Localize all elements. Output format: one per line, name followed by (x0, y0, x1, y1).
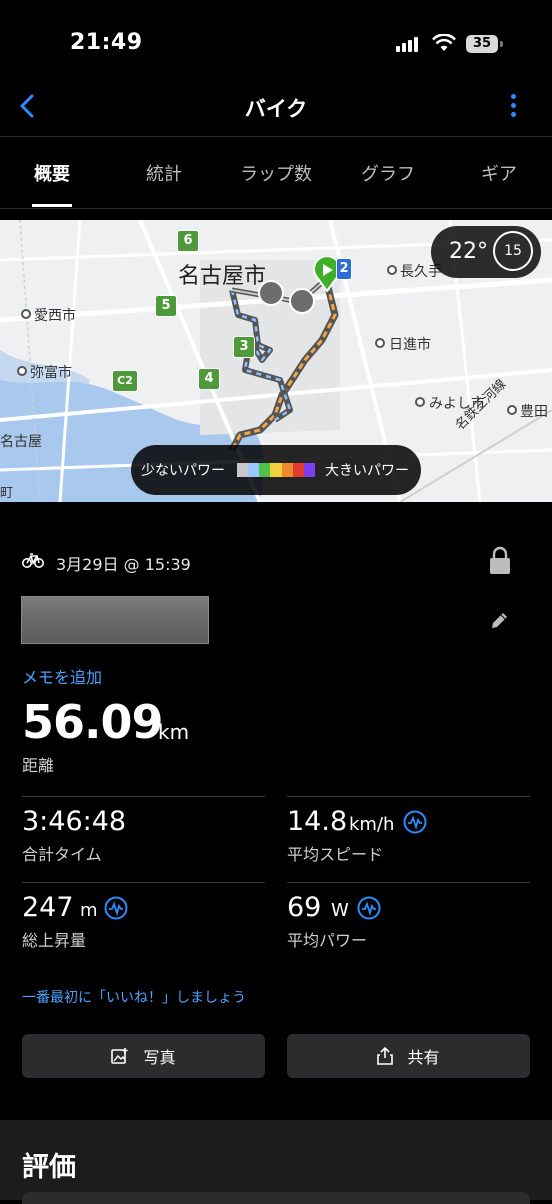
power-color-swatch (270, 463, 282, 477)
legend-high-label: 大きいパワー (325, 463, 409, 479)
map-city-dot (375, 338, 385, 348)
power-color-swatch (259, 463, 271, 477)
map-city-dot (415, 397, 425, 407)
elevation-gain-label: 総上昇量 (22, 931, 87, 950)
legend-low-label: 少ないパワー (141, 463, 225, 479)
add-memo-link[interactable]: メモを追加 (22, 664, 102, 688)
activity-name-field[interactable] (21, 596, 209, 644)
route-shield-icon: C2 (112, 370, 138, 392)
route-shield-icon: 4 (198, 368, 220, 390)
edit-pencil-icon[interactable] (488, 610, 510, 632)
page-title: バイク (244, 97, 308, 121)
elevation-gain-value: 247 (22, 892, 74, 923)
rating-title: 評価 (22, 1152, 76, 1183)
power-color-swatch (292, 463, 304, 477)
battery-tip (500, 41, 503, 47)
power-color-swatch (303, 463, 315, 477)
map-city-dot (17, 366, 27, 376)
pulse-chart-icon[interactable] (403, 810, 427, 834)
cellular-signal-icon (396, 36, 422, 52)
avg-power-unit: W (331, 900, 349, 921)
rating-panel[interactable] (22, 1192, 530, 1204)
divider (0, 136, 552, 137)
avg-speed-label: 平均スピード (287, 845, 384, 864)
route-shield-icon: 2 (336, 258, 352, 280)
route-shield-icon: 6 (177, 230, 199, 252)
pulse-chart-icon[interactable] (357, 896, 381, 920)
share-button[interactable]: 共有 (287, 1034, 530, 1078)
map-label: 愛西市 (34, 308, 76, 324)
add-photo-icon (111, 1048, 128, 1064)
map-city-dot (387, 265, 397, 275)
power-color-swatch (237, 463, 249, 477)
map-city-dot (507, 405, 517, 415)
avg-power-value: 69 (287, 892, 322, 923)
map-label: 弥富市 (30, 365, 72, 381)
divider (0, 208, 552, 209)
map-label: 名古屋市 (178, 264, 267, 289)
battery-icon: 35 (466, 35, 498, 53)
total-time-label: 合計タイム (22, 845, 102, 864)
bike-icon (22, 553, 44, 568)
map-city-dot (21, 309, 31, 319)
divider (287, 882, 530, 883)
active-tab-indicator (32, 204, 72, 207)
power-color-swatch (248, 463, 260, 477)
pulse-chart-icon[interactable] (104, 896, 128, 920)
distance-unit: km (158, 720, 190, 744)
tab-overview[interactable]: 概要 (0, 160, 107, 186)
divider (287, 796, 530, 797)
lock-icon[interactable] (488, 545, 512, 575)
temperature: 22° (449, 239, 488, 264)
total-time-value: 3:46:48 (22, 806, 127, 837)
tab-gear[interactable]: ギア (444, 160, 552, 186)
add-photo-button[interactable]: 写真 (22, 1034, 265, 1078)
power-color-scale (237, 463, 315, 477)
elevation-gain-unit: m (80, 900, 98, 921)
distance-label: 距離 (22, 756, 55, 775)
rating-card (0, 1120, 552, 1200)
tab-graph[interactable]: グラフ (333, 160, 443, 186)
status-time: 21:49 (70, 30, 143, 55)
map-label: 豊田 (520, 404, 548, 420)
tab-stats[interactable]: 統計 (109, 160, 219, 186)
map-label: 名古屋 (0, 434, 42, 450)
activity-date: 3月29日 @ 15:39 (56, 555, 191, 574)
power-color-swatch (281, 463, 293, 477)
route-shield-icon: 3 (233, 336, 255, 358)
avg-speed-unit: km/h (349, 814, 395, 835)
tab-laps[interactable]: ラップ数 (221, 160, 331, 186)
route-shield-icon: 5 (155, 295, 177, 317)
map-label: 町 (0, 486, 14, 501)
wifi-icon (432, 34, 456, 51)
avg-speed-value: 14.8 (287, 806, 348, 837)
photo-button-label: 写真 (143, 1048, 176, 1067)
distance-value: 56.09 (22, 695, 164, 749)
share-icon (377, 1047, 394, 1065)
wind-speed-icon: 15 (493, 231, 533, 271)
like-prompt-link[interactable]: 一番最初に「いいね！」しましょう (22, 987, 246, 1007)
share-button-label: 共有 (407, 1048, 440, 1067)
divider (22, 796, 265, 797)
map-label: 日進市 (389, 337, 431, 353)
divider (22, 882, 265, 883)
avg-power-label: 平均パワー (287, 931, 368, 950)
more-options-icon[interactable] (508, 94, 518, 124)
